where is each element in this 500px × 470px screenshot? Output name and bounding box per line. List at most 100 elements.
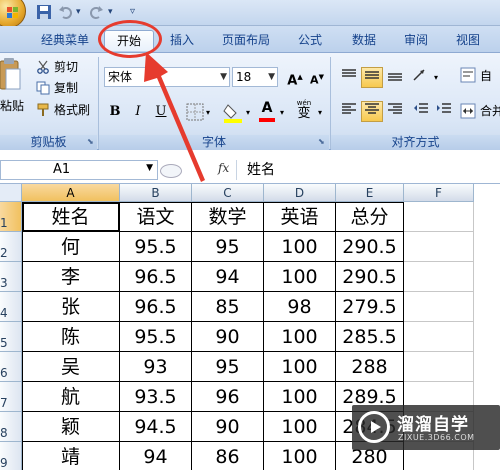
format-painter-button[interactable]: 格式刷 bbox=[54, 101, 90, 119]
name-box[interactable]: A1 ▼ bbox=[0, 160, 158, 180]
table-cell[interactable]: 95 bbox=[192, 232, 264, 262]
table-cell[interactable]: 张 bbox=[22, 292, 120, 322]
font-color-dropdown-icon[interactable]: ▾ bbox=[280, 108, 284, 117]
undo-dropdown-icon[interactable]: ▾ bbox=[76, 4, 81, 20]
table-cell[interactable]: 100 bbox=[264, 442, 336, 470]
table-cell[interactable]: 86 bbox=[192, 442, 264, 470]
decrease-indent-button[interactable] bbox=[410, 101, 432, 122]
table-cell[interactable] bbox=[404, 352, 474, 382]
column-header-a[interactable]: A bbox=[22, 184, 120, 202]
table-cell[interactable]: 李 bbox=[22, 262, 120, 292]
customize-toolbar-icon[interactable]: ▿ bbox=[130, 4, 135, 20]
row-header-6[interactable]: 6 bbox=[0, 352, 22, 382]
font-launcher-icon[interactable]: ⬊ bbox=[318, 137, 325, 146]
table-cell[interactable]: 96 bbox=[192, 382, 264, 412]
bold-button[interactable]: B bbox=[104, 101, 126, 122]
cut-button[interactable]: 剪切 bbox=[54, 58, 78, 76]
row-header-3[interactable]: 3 bbox=[0, 262, 22, 292]
tab-review[interactable]: 审阅 bbox=[394, 30, 438, 51]
table-cell[interactable]: 290.5 bbox=[336, 262, 404, 292]
table-cell[interactable]: 85 bbox=[192, 292, 264, 322]
office-button[interactable] bbox=[0, 0, 26, 28]
fill-color-icon[interactable] bbox=[222, 101, 244, 126]
header-cell[interactable]: 总分 bbox=[336, 202, 404, 232]
table-cell[interactable]: 285.5 bbox=[336, 322, 404, 352]
header-cell[interactable]: 语文 bbox=[120, 202, 192, 232]
paste-icon[interactable] bbox=[0, 57, 22, 95]
save-icon[interactable] bbox=[36, 4, 52, 20]
table-cell[interactable]: 94.5 bbox=[120, 412, 192, 442]
underline-button[interactable]: U bbox=[150, 101, 172, 122]
table-cell[interactable]: 288 bbox=[336, 352, 404, 382]
align-right-button[interactable] bbox=[384, 101, 406, 122]
align-middle-button[interactable] bbox=[361, 67, 383, 88]
table-cell[interactable] bbox=[404, 202, 474, 232]
shrink-font-button[interactable]: A▼ bbox=[306, 67, 328, 88]
grow-font-button[interactable]: A▲ bbox=[284, 67, 306, 88]
align-bottom-button[interactable] bbox=[384, 67, 406, 88]
redo-icon[interactable] bbox=[88, 4, 104, 20]
header-cell[interactable]: 英语 bbox=[264, 202, 336, 232]
table-cell[interactable]: 95.5 bbox=[120, 322, 192, 352]
orientation-button[interactable] bbox=[410, 67, 432, 88]
align-center-button[interactable] bbox=[361, 101, 383, 122]
table-cell[interactable] bbox=[404, 292, 474, 322]
borders-dropdown-icon[interactable]: ▾ bbox=[206, 108, 210, 117]
table-cell[interactable]: 96.5 bbox=[120, 292, 192, 322]
paste-button[interactable]: 粘贴 bbox=[0, 97, 24, 115]
table-cell[interactable] bbox=[404, 232, 474, 262]
column-header-c[interactable]: C bbox=[192, 184, 264, 202]
chevron-down-icon[interactable]: ▼ bbox=[146, 163, 153, 173]
tab-classic-menu[interactable]: 经典菜单 bbox=[34, 30, 96, 51]
column-header-d[interactable]: D bbox=[264, 184, 336, 202]
redo-dropdown-icon[interactable]: ▾ bbox=[108, 4, 113, 20]
wrap-text-button[interactable]: 自 bbox=[480, 67, 492, 85]
table-cell[interactable]: 279.5 bbox=[336, 292, 404, 322]
tab-data[interactable]: 数据 bbox=[342, 30, 386, 51]
table-cell[interactable]: 100 bbox=[264, 412, 336, 442]
table-cell[interactable] bbox=[404, 322, 474, 352]
align-top-button[interactable] bbox=[338, 67, 360, 88]
header-cell[interactable]: 姓名 bbox=[22, 202, 120, 232]
table-cell[interactable]: 100 bbox=[264, 322, 336, 352]
table-cell[interactable]: 98 bbox=[264, 292, 336, 322]
column-header-e[interactable]: E bbox=[336, 184, 404, 202]
orientation-dropdown-icon[interactable]: ▾ bbox=[434, 73, 438, 82]
table-cell[interactable]: 290.5 bbox=[336, 232, 404, 262]
table-cell[interactable]: 100 bbox=[264, 382, 336, 412]
table-cell[interactable]: 94 bbox=[192, 262, 264, 292]
table-cell[interactable]: 颖 bbox=[22, 412, 120, 442]
row-header-1[interactable]: 1 bbox=[0, 202, 22, 232]
table-cell[interactable]: 100 bbox=[264, 352, 336, 382]
phonetic-dropdown-icon[interactable]: ▾ bbox=[318, 108, 322, 117]
clipboard-launcher-icon[interactable]: ⬊ bbox=[87, 137, 94, 146]
table-cell[interactable]: 陈 bbox=[22, 322, 120, 352]
table-cell[interactable]: 100 bbox=[264, 232, 336, 262]
table-cell[interactable] bbox=[404, 262, 474, 292]
row-header-2[interactable]: 2 bbox=[0, 232, 22, 262]
table-cell[interactable]: 95 bbox=[192, 352, 264, 382]
merge-center-button[interactable]: 合并 bbox=[480, 102, 500, 120]
column-header-f[interactable]: F bbox=[404, 184, 474, 202]
table-cell[interactable]: 93 bbox=[120, 352, 192, 382]
tab-page-layout[interactable]: 页面布局 bbox=[214, 30, 278, 51]
font-name-combo[interactable]: 宋体 ▼ bbox=[104, 67, 230, 87]
table-cell[interactable]: 100 bbox=[264, 262, 336, 292]
formula-bar-resize-handle[interactable] bbox=[160, 164, 182, 178]
table-cell[interactable]: 何 bbox=[22, 232, 120, 262]
table-cell[interactable]: 吴 bbox=[22, 352, 120, 382]
row-header-4[interactable]: 4 bbox=[0, 292, 22, 322]
table-cell[interactable]: 93.5 bbox=[120, 382, 192, 412]
select-all-corner[interactable] bbox=[0, 184, 22, 202]
font-color-icon[interactable]: A bbox=[258, 100, 276, 122]
formula-input[interactable]: 姓名 bbox=[236, 160, 500, 180]
copy-button[interactable]: 复制 bbox=[54, 79, 78, 97]
fill-color-dropdown-icon[interactable]: ▾ bbox=[246, 108, 250, 117]
tab-insert[interactable]: 插入 bbox=[160, 30, 204, 51]
tab-formulas[interactable]: 公式 bbox=[288, 30, 332, 51]
row-header-9[interactable]: 9 bbox=[0, 442, 22, 470]
table-cell[interactable]: 90 bbox=[192, 412, 264, 442]
table-cell[interactable]: 靖 bbox=[22, 442, 120, 470]
increase-indent-button[interactable] bbox=[433, 101, 455, 122]
table-cell[interactable]: 90 bbox=[192, 322, 264, 352]
